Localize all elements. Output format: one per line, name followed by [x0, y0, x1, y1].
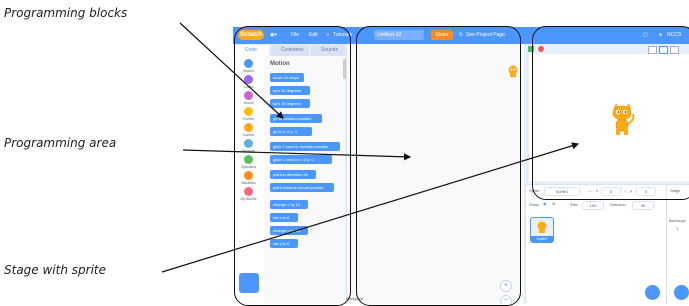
arrow-to-area	[182, 149, 412, 161]
arrow-to-blocks	[179, 22, 284, 119]
annotation-arrows	[161, 22, 580, 273]
arrow-to-stage	[161, 142, 580, 273]
